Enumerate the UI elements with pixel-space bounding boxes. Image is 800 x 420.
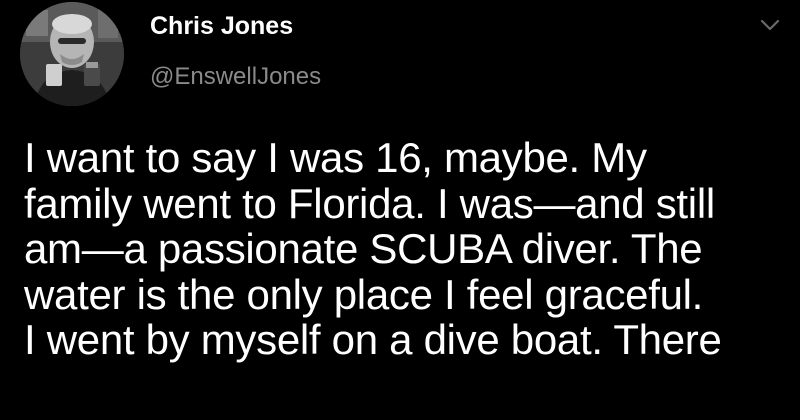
avatar[interactable] [20, 2, 124, 106]
tweet-text-line: family went to Florida. I was—and still [24, 179, 715, 227]
tweet-card: Chris Jones @EnswellJones I want to say … [0, 0, 800, 420]
profile-photo-avatar-icon [20, 2, 124, 106]
tweet-text: I want to say I was 16, maybe. My family… [24, 135, 794, 363]
author-display-name[interactable]: Chris Jones [150, 12, 293, 41]
tweet-text-line: I want to say I was 16, maybe. My [24, 134, 647, 181]
tweet-text-line: am—a passionate SCUBA diver. The [24, 225, 703, 272]
tweet-text-line: I went by myself on a dive boat. There [24, 316, 722, 363]
chevron-down-icon[interactable] [756, 14, 784, 36]
tweet-text-line: water is the only place I feel graceful. [24, 270, 704, 318]
author-handle[interactable]: @EnswellJones [150, 63, 321, 91]
